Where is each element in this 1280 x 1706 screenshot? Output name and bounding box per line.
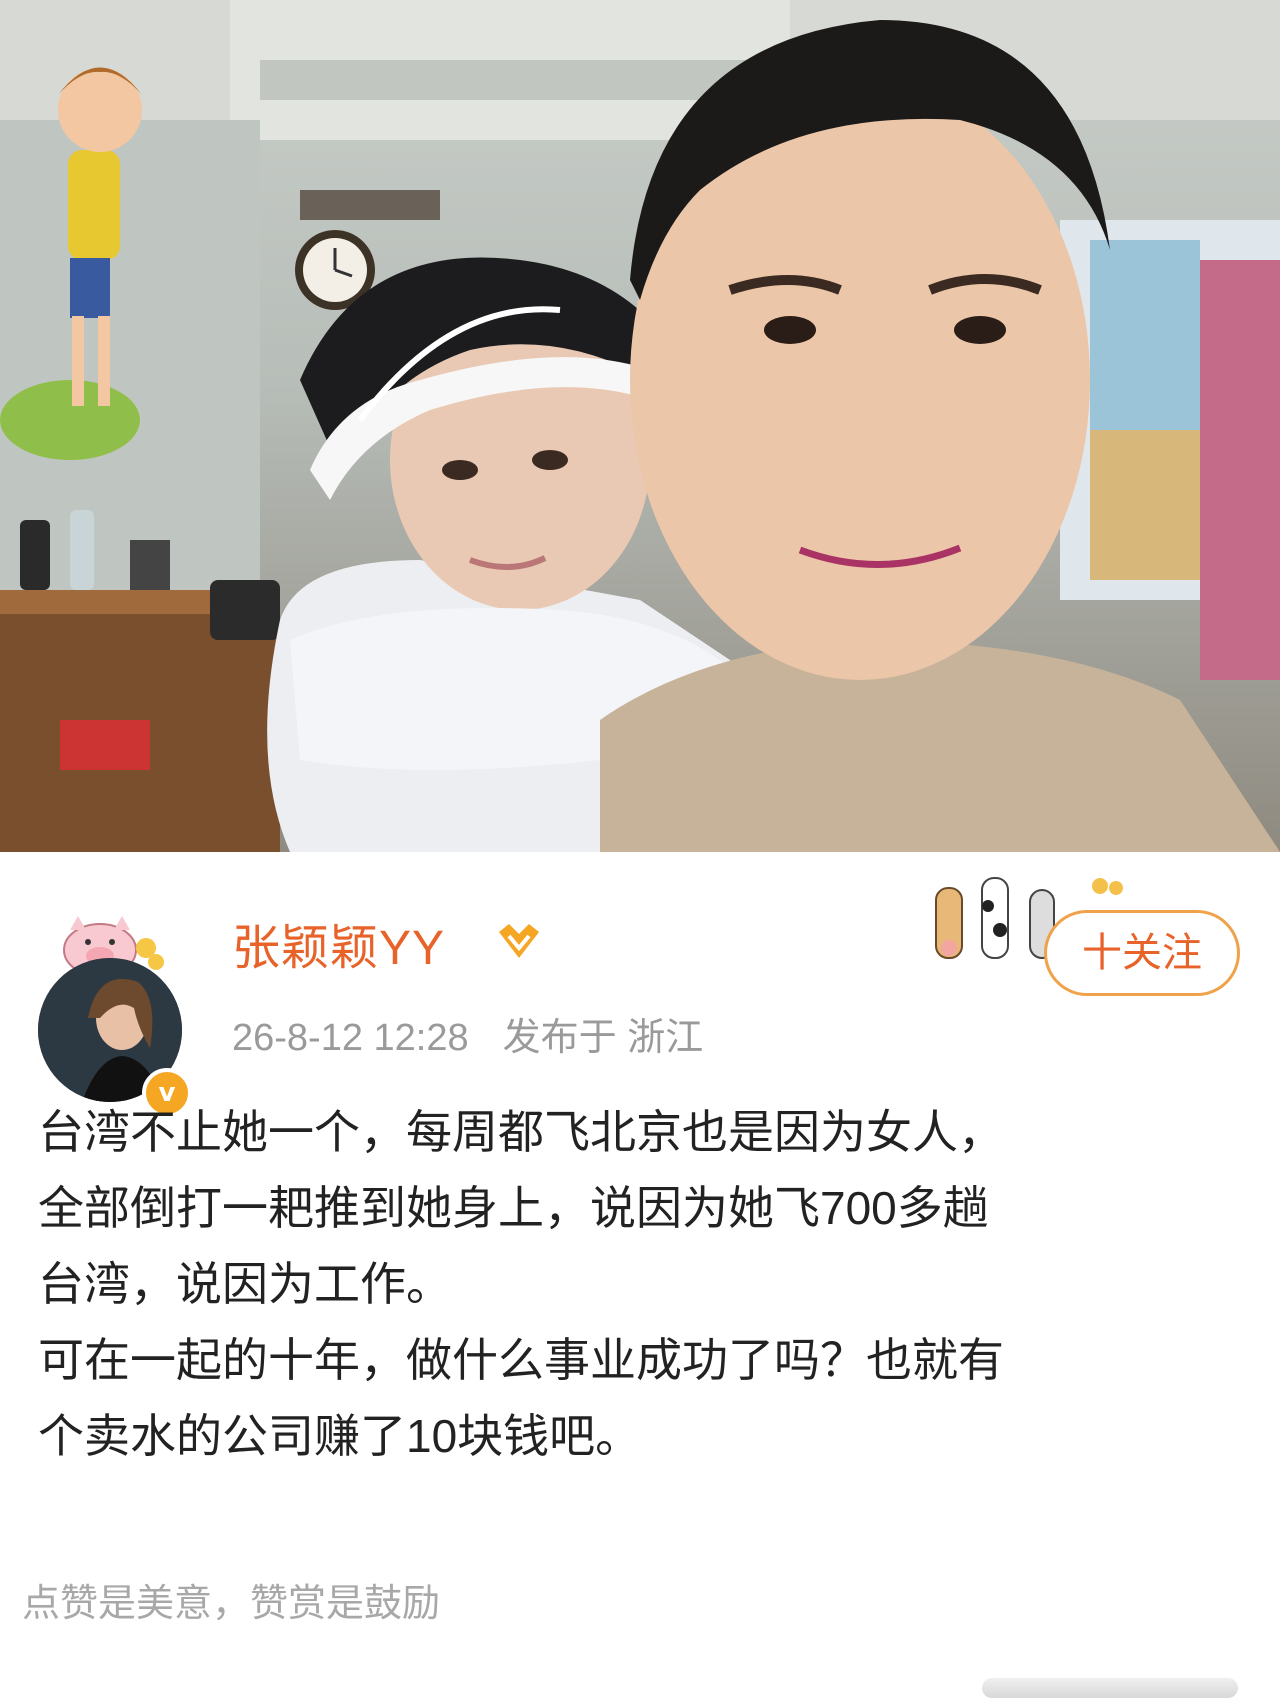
post-photo[interactable] [0, 0, 1280, 852]
photo-illustration [0, 0, 1280, 852]
post-timestamp: 26-8-12 12:28 [232, 1017, 469, 1059]
post-location: 发布于 浙江 [502, 1017, 704, 1059]
post-meta: 26-8-12 12:28 发布于 浙江 [232, 1006, 703, 1061]
content-line: 可在一起的十年，做什么事业成功了吗？也就有 [38, 1334, 1004, 1386]
scroll-indicator [982, 1678, 1238, 1698]
content-line: 个卖水的公司赚了10块钱吧。 [38, 1410, 642, 1462]
content-line: 台湾，说因为工作。 [38, 1258, 452, 1310]
post-content: 台湾不止她一个，每周都飞北京也是因为女人， 全部倒打一耙推到她身上，说因为她飞7… [38, 1094, 1248, 1474]
reward-tip: 点赞是美意，赞赏是鼓励 [22, 1583, 441, 1625]
follow-button[interactable]: 十关注 [1044, 910, 1240, 996]
username[interactable]: 张颖颖YY [232, 908, 445, 978]
weibo-post-card: v 张颖颖YY 26-8-12 12:28 发布于 浙江 十关注 台湾不止她一个，… [0, 852, 1280, 1706]
content-line: 全部倒打一耙推到她身上，说因为她飞700多趟 [38, 1182, 989, 1234]
user-avatar-group[interactable]: v [38, 916, 194, 1118]
vip-crown-icon [499, 924, 539, 958]
content-line: 台湾不止她一个，每周都飞北京也是因为女人， [38, 1106, 1004, 1158]
